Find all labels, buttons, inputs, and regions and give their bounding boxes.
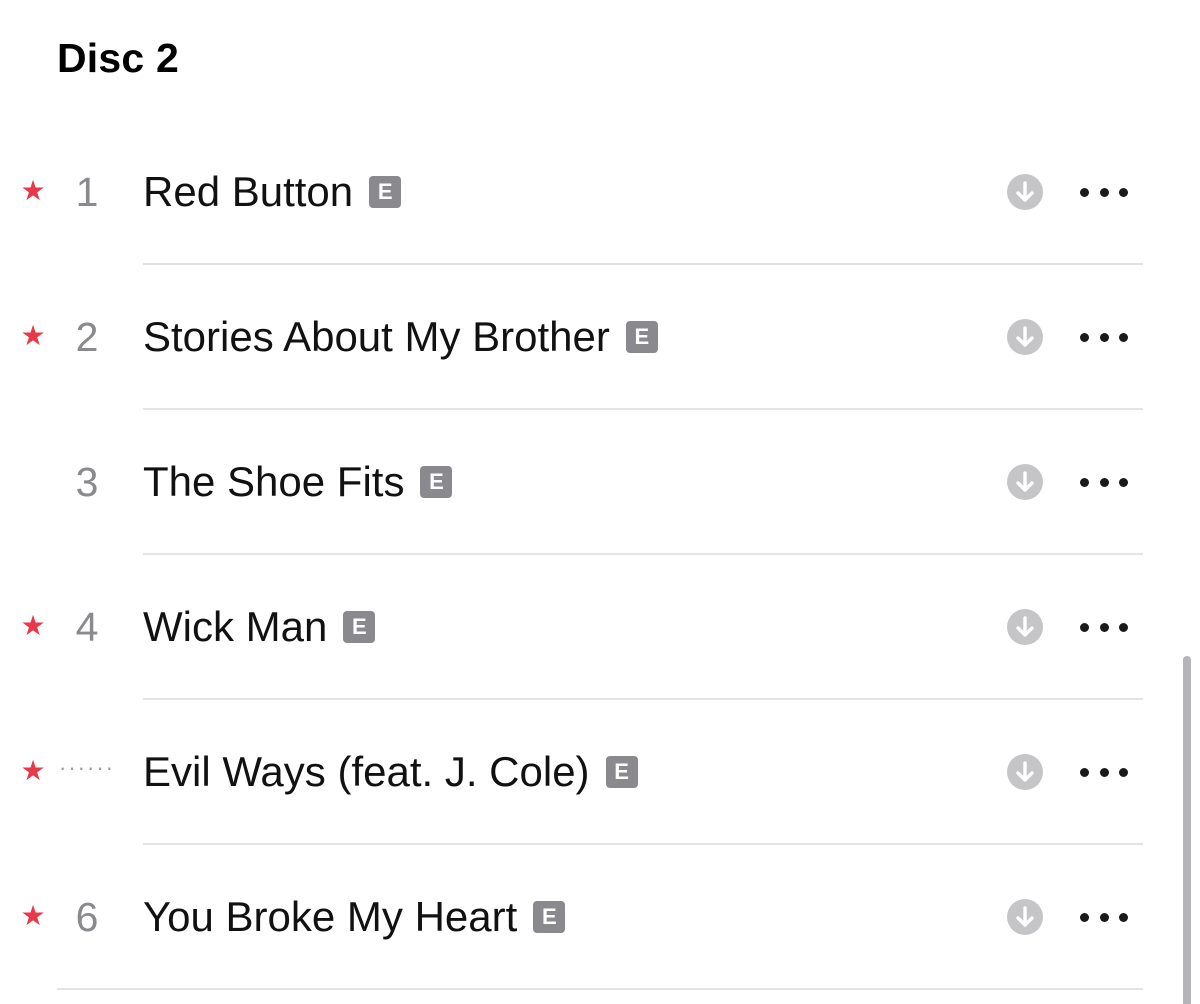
track-row[interactable]: ★ 4 Wick Man E [0,555,1200,700]
explicit-badge: E [343,611,376,643]
track-row[interactable]: 3 The Shoe Fits E [0,410,1200,555]
more-options-icon[interactable] [1080,905,1128,929]
more-options-icon[interactable] [1080,760,1128,784]
track-title-wrap: You Broke My Heart E [143,893,566,941]
star-icon: ★ [20,900,46,931]
star-icon: ★ [20,755,46,786]
track-title: Red Button [143,168,354,215]
track-number: 2 [75,314,99,360]
explicit-badge: E [625,321,658,353]
more-options-icon[interactable] [1080,325,1128,349]
star-icon: ★ [20,610,46,641]
explicit-badge: E [533,901,566,933]
explicit-badge: E [420,466,453,498]
track-title-wrap: Stories About My Brother E [143,313,658,361]
more-options-icon[interactable] [1080,180,1128,204]
download-icon[interactable] [1007,609,1043,645]
track-row[interactable]: ★ 2 Stories About My Brother E [0,265,1200,410]
star-icon: ★ [20,175,46,206]
track-number: 1 [75,169,99,215]
track-title-wrap: The Shoe Fits E [143,458,453,506]
track-title: You Broke My Heart [143,893,518,940]
track-title: Stories About My Brother [143,313,610,360]
track-row[interactable]: ★ ······ Evil Ways (feat. J. Cole) E [0,700,1200,845]
download-icon[interactable] [1007,174,1043,210]
track-row[interactable]: ★ 1 Red Button E [0,120,1200,265]
track-list: ★ 1 Red Button E ★ 2 Stories About My Br… [0,120,1200,990]
now-playing-indicator: ······ [59,755,115,780]
download-icon[interactable] [1007,319,1043,355]
disc-title: Disc 2 [57,35,179,81]
scrollbar[interactable] [1183,656,1191,1004]
track-title-wrap: Wick Man E [143,603,376,651]
row-separator [57,988,1143,990]
more-options-icon[interactable] [1080,470,1128,494]
track-title: The Shoe Fits [143,458,405,505]
track-row[interactable]: ★ 6 You Broke My Heart E [0,845,1200,990]
track-title-wrap: Red Button E [143,168,402,216]
download-icon[interactable] [1007,754,1043,790]
download-icon[interactable] [1007,899,1043,935]
track-number: 6 [75,894,99,940]
download-icon[interactable] [1007,464,1043,500]
track-number: 4 [75,604,99,650]
track-title: Wick Man [143,603,328,650]
more-options-icon[interactable] [1080,615,1128,639]
track-title-wrap: Evil Ways (feat. J. Cole) E [143,748,638,796]
track-title: Evil Ways (feat. J. Cole) [143,748,590,795]
track-number: 3 [75,459,99,505]
album-track-list-page: Disc 2 ★ 1 Red Button E ★ 2 Stories Abou… [0,0,1200,1004]
explicit-badge: E [605,756,638,788]
star-icon: ★ [20,320,46,351]
explicit-badge: E [369,176,402,208]
